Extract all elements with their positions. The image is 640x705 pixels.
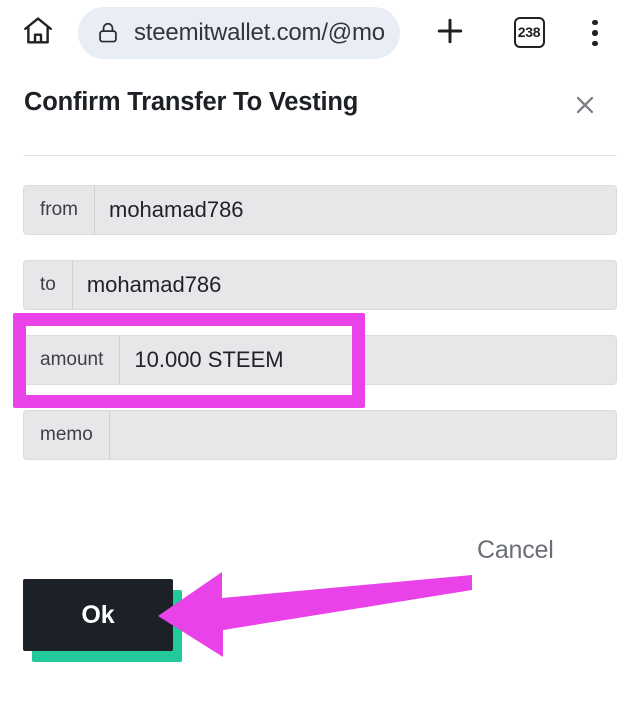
home-icon [21,14,55,53]
lock-icon [95,20,121,46]
field-value-from: mohamad786 [95,186,616,234]
field-row-from: from mohamad786 [23,185,617,235]
address-bar[interactable]: steemitwallet.com/@mo [78,7,400,59]
field-row-memo: memo [23,410,617,460]
tab-switcher-button[interactable]: 238 [509,12,549,52]
field-label-memo: memo [24,411,110,459]
confirm-transfer-dialog: Confirm Transfer To Vesting from mohamad… [0,66,640,662]
cancel-button[interactable]: Cancel [477,536,554,565]
tab-count-box: 238 [513,16,545,48]
field-value-to: mohamad786 [72,261,616,309]
close-button[interactable] [568,90,602,124]
tab-count-label: 238 [517,24,541,40]
header-divider [23,155,617,156]
scrollbar-track[interactable] [626,66,640,639]
new-tab-button[interactable] [428,11,472,55]
url-text: steemitwallet.com/@mo [134,19,385,46]
field-label-to: to [24,261,73,309]
close-icon [572,92,598,123]
dialog-title: Confirm Transfer To Vesting [24,88,359,116]
field-value-amount: 10.000 STEEM [120,336,616,384]
plus-icon [433,14,467,53]
three-dot-menu-icon [592,19,598,26]
home-button[interactable] [16,11,60,55]
ok-button[interactable]: Ok [23,579,173,651]
browser-menu-button[interactable] [575,11,615,55]
field-row-to: to mohamad786 [23,260,617,310]
field-label-from: from [24,186,95,234]
field-label-amount: amount [24,336,121,384]
three-dot-menu-icon-dot2 [592,30,598,36]
three-dot-menu-icon-dot3 [592,40,598,47]
ok-button-label: Ok [81,600,115,629]
field-value-memo [109,411,616,459]
field-row-amount: amount 10.000 STEEM [23,335,617,385]
browser-toolbar: steemitwallet.com/@mo 238 [0,0,640,66]
